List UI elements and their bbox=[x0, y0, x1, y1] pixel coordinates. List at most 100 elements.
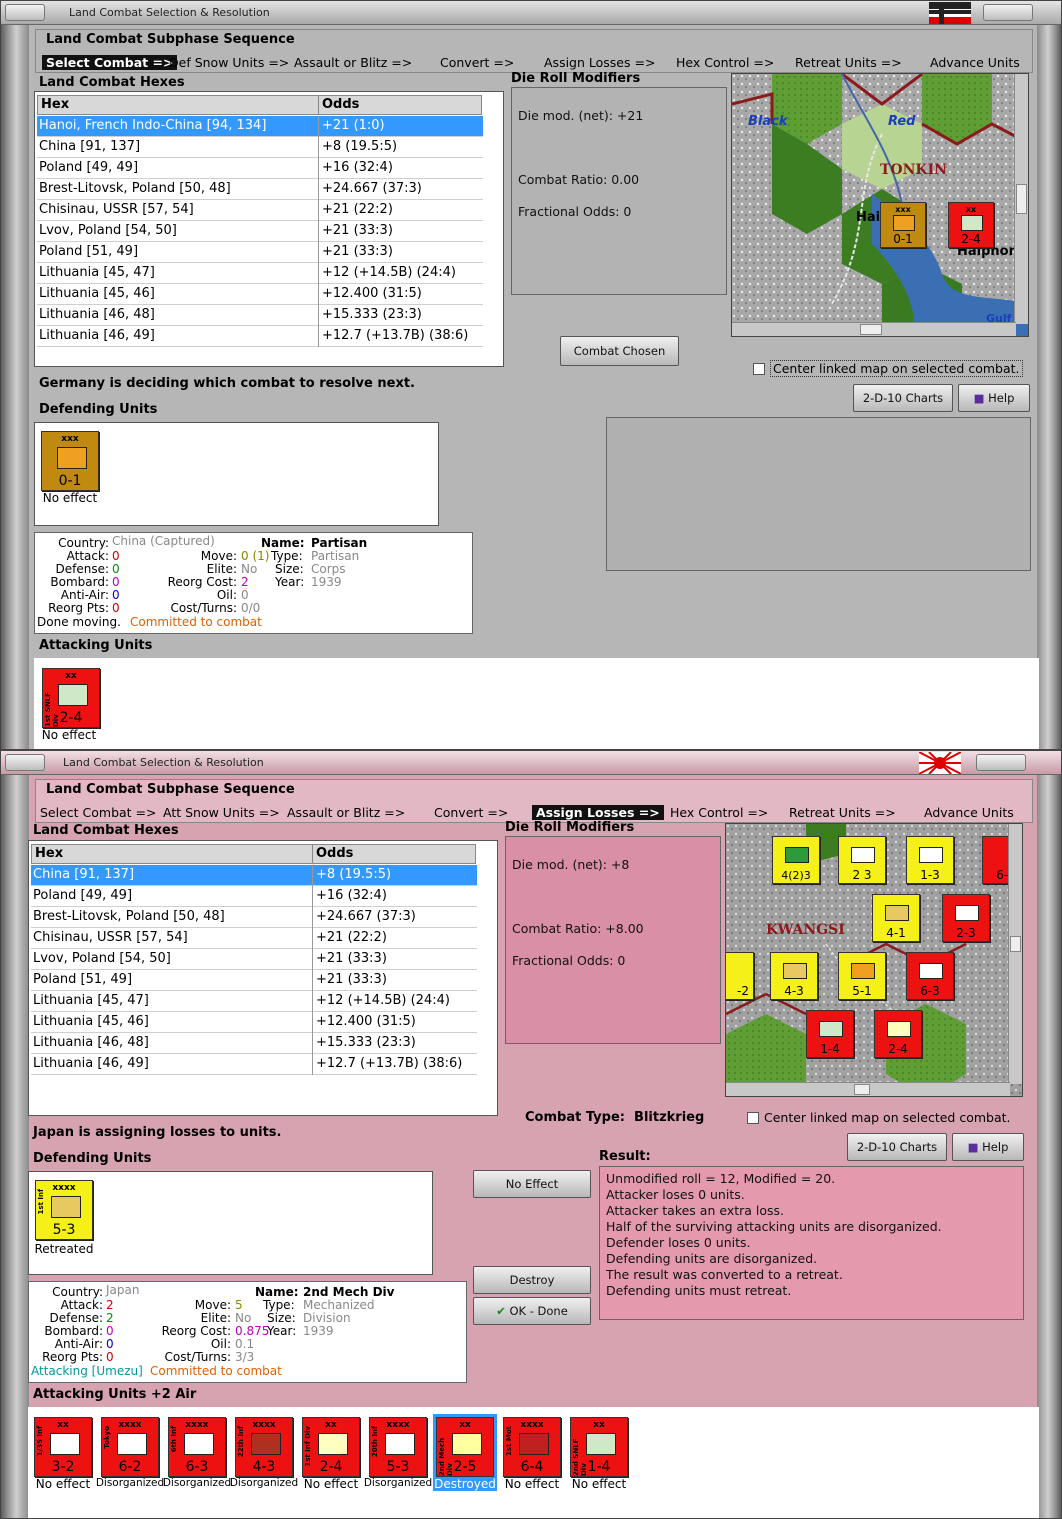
table-row[interactable]: Lithuania [45, 47] +12 (+14.5B) (24:4) bbox=[37, 263, 483, 284]
map-unit[interactable]: 1-4 bbox=[806, 1010, 854, 1058]
attacking-unit[interactable]: 22th Inf xxxx 4-3 bbox=[235, 1417, 293, 1477]
unit-name: 20th Inf bbox=[371, 1426, 379, 1458]
table-row[interactable]: Lithuania [46, 49] +12.7 (+13.7B) (38:6) bbox=[37, 326, 483, 347]
table-row[interactable]: Lithuania [46, 48] +15.333 (23:3) bbox=[31, 1033, 477, 1054]
map-unit-snlf[interactable]: xx 2-4 bbox=[948, 202, 994, 248]
help-button[interactable]: ■ Help bbox=[952, 1133, 1024, 1161]
map-unit[interactable]: 2-4 bbox=[874, 1010, 922, 1058]
attacking-unit[interactable]: 1st Inf Div xx 2-4 bbox=[302, 1417, 360, 1477]
title-bar: Land Combat Selection & Resolution bbox=[1, 1, 1061, 25]
table-row[interactable]: Poland [51, 49] +21 (33:3) bbox=[37, 242, 483, 263]
attacking-unit[interactable]: 6th Inf xxxx 6-3 bbox=[168, 1417, 226, 1477]
map-unit[interactable]: 4-3 bbox=[770, 952, 818, 1000]
unit-symbol-icon bbox=[184, 1433, 214, 1455]
map-vscroll[interactable] bbox=[1008, 824, 1022, 1084]
attacking-unit[interactable]: 1st Mot xxxx 6-4 bbox=[503, 1417, 561, 1477]
help-button[interactable]: ■ Help bbox=[958, 384, 1030, 412]
checkbox-icon[interactable] bbox=[753, 363, 765, 375]
attacking-unit-snlf[interactable]: 1st SNLF Div xx 2-4 bbox=[42, 668, 100, 728]
destroy-button[interactable]: Destroy bbox=[473, 1266, 591, 1294]
attacking-unit[interactable]: 1/35 Inf xx 3-2 bbox=[34, 1417, 92, 1477]
table-row[interactable]: China [91, 137] +8 (19.5:5) bbox=[31, 865, 477, 886]
table-row[interactable]: Lvov, Poland [54, 50] +21 (33:3) bbox=[37, 221, 483, 242]
linked-map[interactable]: KWANGSI 4(2)3 2 3 1-3 6-3 4-1 2-3 -2 4-3… bbox=[725, 823, 1023, 1097]
linked-map[interactable]: Black Red TONKIN Hai Haiphon Gulf xxx 0-1… bbox=[731, 73, 1029, 337]
result-panel: Unmodified roll = 12, Modified = 20. Att… bbox=[599, 1166, 1024, 1320]
unit-strength: 3-2 bbox=[51, 1459, 75, 1475]
col-hex-header[interactable]: Hex bbox=[31, 844, 313, 864]
attacking-unit[interactable]: 2nd SNLF Div xx 1-4 bbox=[570, 1417, 628, 1477]
table-row[interactable]: Poland [51, 49] +21 (33:3) bbox=[31, 970, 477, 991]
drm-line: Combat Ratio: +8.00 bbox=[512, 921, 644, 936]
odds-cell: +12 (+14.5B) (24:4) bbox=[312, 991, 450, 1012]
table-row[interactable]: Chisinau, USSR [57, 54] +21 (22:2) bbox=[37, 200, 483, 221]
map-label-tonkin: TONKIN bbox=[880, 162, 947, 178]
map-unit-partisan[interactable]: xxx 0-1 bbox=[880, 202, 926, 248]
unit-strength: 4-3 bbox=[252, 1459, 276, 1475]
table-row[interactable]: Lithuania [45, 47] +12 (+14.5B) (24:4) bbox=[31, 991, 477, 1012]
map-hscroll[interactable] bbox=[732, 322, 1016, 336]
map-unit-selected[interactable]: 5-1 bbox=[838, 952, 886, 1000]
odds-cell: +12.7 (+13.7B) (38:6) bbox=[312, 1054, 462, 1075]
map-unit[interactable]: 4(2)3 bbox=[772, 836, 820, 884]
map-unit[interactable]: 6-3 bbox=[906, 952, 954, 1000]
table-row[interactable]: Poland [49, 49] +16 (32:4) bbox=[31, 886, 477, 907]
table-row[interactable]: Lithuania [45, 46] +12.400 (31:5) bbox=[37, 284, 483, 305]
unit-name: 22th Inf bbox=[237, 1426, 245, 1458]
table-row[interactable]: Poland [49, 49] +16 (32:4) bbox=[37, 158, 483, 179]
attacking-unit[interactable]: 2nd Mech Div xx 2-5 bbox=[433, 1414, 497, 1480]
table-row[interactable]: Lithuania [46, 48] +15.333 (23:3) bbox=[37, 305, 483, 326]
odds-cell: +16 (32:4) bbox=[312, 886, 387, 907]
table-row[interactable]: Brest-Litovsk, Poland [50, 48] +24.667 (3… bbox=[31, 907, 477, 928]
window-menu-button[interactable] bbox=[5, 4, 45, 21]
window-title: Land Combat Selection & Resolution bbox=[63, 756, 264, 769]
map-unit[interactable]: 2 3 bbox=[838, 836, 886, 884]
seq-convert: Convert => bbox=[440, 55, 515, 70]
window-close-button[interactable] bbox=[983, 4, 1033, 21]
table-row[interactable]: China [91, 137] +8 (19.5:5) bbox=[37, 137, 483, 158]
table-row[interactable]: Hanoi, French Indo-China [94, 134] +21 (1… bbox=[37, 116, 483, 137]
center-map-checkbox[interactable]: Center linked map on selected combat. bbox=[747, 1110, 1011, 1125]
col-odds-header[interactable]: Odds bbox=[312, 844, 476, 864]
col-odds-header[interactable]: Odds bbox=[318, 95, 482, 115]
table-row[interactable]: Chisinau, USSR [57, 54] +21 (22:2) bbox=[31, 928, 477, 949]
combat-chosen-button[interactable]: Combat Chosen bbox=[560, 336, 679, 366]
defending-unit-1st-inf[interactable]: 1st Inf xxxx 5-3 bbox=[35, 1180, 93, 1240]
map-hscroll[interactable] bbox=[726, 1082, 1010, 1096]
combat-hex-table[interactable]: Hex Odds Hanoi, French Indo-China [94, 1… bbox=[34, 91, 504, 367]
ok-done-button[interactable]: ✔ OK - Done bbox=[473, 1297, 591, 1325]
result-line: Half of the surviving attacking units ar… bbox=[606, 1219, 942, 1234]
col-hex-header[interactable]: Hex bbox=[37, 95, 319, 115]
window-title: Land Combat Selection & Resolution bbox=[69, 6, 270, 19]
attacking-units-box: 1/35 Inf xx 3-2 No effect Tokyo xxxx 6-2 Disorg… bbox=[28, 1407, 1039, 1518]
table-row[interactable]: Lvov, Poland [54, 50] +21 (33:3) bbox=[31, 949, 477, 970]
combat-hex-table[interactable]: Hex Odds China [91, 137] +8 (19.5:5) Polan… bbox=[28, 840, 498, 1116]
map-unit[interactable]: 2-3 bbox=[942, 894, 990, 942]
window-menu-button[interactable] bbox=[5, 754, 45, 771]
title-bar: Land Combat Selection & Resolution bbox=[1, 751, 1061, 775]
map-vscroll[interactable] bbox=[1014, 74, 1028, 324]
no-effect-button[interactable]: No Effect bbox=[473, 1170, 591, 1198]
attacking-unit[interactable]: 20th Inf xxxx 5-3 bbox=[369, 1417, 427, 1477]
table-row[interactable]: Lithuania [45, 46] +12.400 (31:5) bbox=[31, 1012, 477, 1033]
map-unit[interactable]: 1-3 bbox=[906, 836, 954, 884]
defending-unit-partisan[interactable]: xxx 0-1 bbox=[41, 431, 99, 491]
window-close-button[interactable] bbox=[976, 754, 1026, 771]
result-line: Unmodified roll = 12, Modified = 20. bbox=[606, 1171, 836, 1186]
charts-button[interactable]: 2-D-10 Charts bbox=[847, 1133, 947, 1161]
hex-cell: Brest-Litovsk, Poland [50, 48] bbox=[39, 181, 231, 196]
map-unit[interactable]: 4-1 bbox=[872, 894, 920, 942]
unit-status: Disorganized bbox=[229, 1477, 299, 1489]
table-row[interactable]: Lithuania [46, 49] +12.7 (+13.7B) (38:6) bbox=[31, 1054, 477, 1075]
table-row[interactable]: Brest-Litovsk, Poland [50, 48] +24.667 (3… bbox=[37, 179, 483, 200]
charts-button[interactable]: 2-D-10 Charts bbox=[853, 384, 953, 412]
checkbox-icon[interactable] bbox=[747, 1112, 759, 1124]
map-unit[interactable]: -2 bbox=[726, 952, 754, 1000]
result-line: Defending units must retreat. bbox=[606, 1283, 792, 1298]
hex-cell: Poland [49, 49] bbox=[39, 160, 139, 175]
center-map-label: Center linked map on selected combat. bbox=[764, 1110, 1011, 1125]
center-map-checkbox[interactable]: Center linked map on selected combat. bbox=[753, 360, 1023, 377]
attacking-unit[interactable]: Tokyo xxxx 6-2 bbox=[101, 1417, 159, 1477]
result-line: The result was converted to a retreat. bbox=[606, 1267, 843, 1282]
odds-cell: +24.667 (37:3) bbox=[318, 179, 422, 200]
